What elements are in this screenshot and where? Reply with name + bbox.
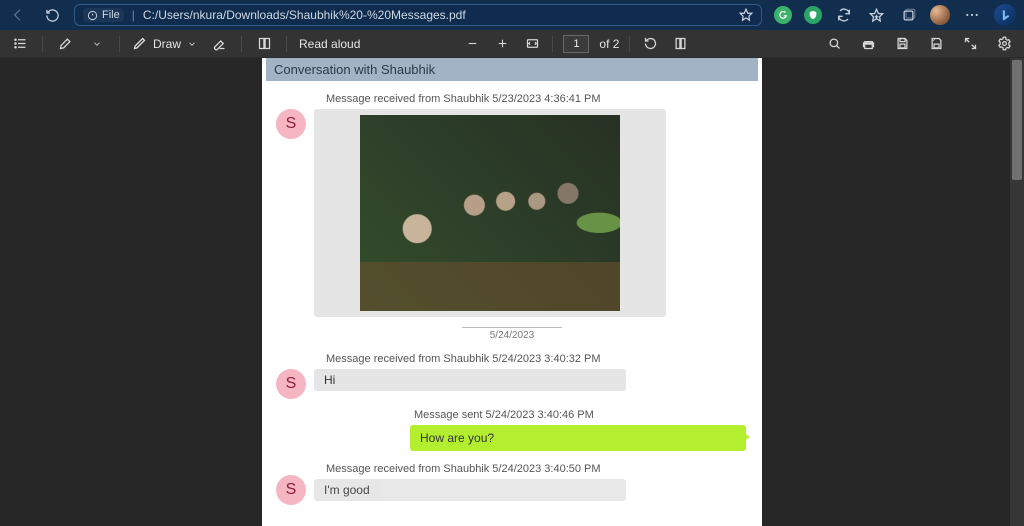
favorite-icon[interactable] bbox=[739, 8, 753, 22]
page-total-label: of 2 bbox=[599, 37, 619, 51]
browser-titlebar: File | C:/Users/nkura/Downloads/Shaubhik… bbox=[0, 0, 1024, 30]
read-aloud-button[interactable]: Read aloud bbox=[299, 37, 360, 51]
date-divider: 5/24/2023 bbox=[462, 327, 562, 341]
pdf-toolbar-right bbox=[824, 34, 1014, 54]
extension-grammarly-icon[interactable] bbox=[774, 6, 792, 24]
search-icon[interactable] bbox=[824, 34, 844, 54]
address-bar[interactable]: File | C:/Users/nkura/Downloads/Shaubhik… bbox=[74, 4, 762, 26]
message-meta: Message sent 5/24/2023 3:40:46 PM bbox=[414, 409, 746, 421]
highlighter-icon[interactable] bbox=[55, 34, 75, 54]
conversation-banner: Conversation with Shaubhik bbox=[266, 58, 758, 81]
pdf-page-controls: of 2 bbox=[462, 34, 690, 54]
message-row: S Hi bbox=[274, 369, 750, 399]
url-text: C:/Users/nkura/Downloads/Shaubhik%20-%20… bbox=[143, 8, 731, 22]
page-number-input[interactable] bbox=[563, 35, 589, 53]
message-row: S bbox=[274, 109, 750, 317]
attached-photo bbox=[360, 115, 620, 311]
message-row: S I'm good bbox=[274, 479, 750, 505]
message-bubble-text: Hi bbox=[314, 369, 626, 391]
settings-icon[interactable] bbox=[994, 34, 1014, 54]
file-scheme-pill: File bbox=[83, 8, 124, 22]
scrollbar[interactable] bbox=[1010, 58, 1024, 526]
collections-icon[interactable] bbox=[898, 5, 918, 25]
sender-avatar: S bbox=[276, 369, 306, 399]
extension-shield-icon[interactable] bbox=[804, 6, 822, 24]
contents-icon[interactable] bbox=[10, 34, 30, 54]
print-icon[interactable] bbox=[858, 34, 878, 54]
page-view-icon[interactable] bbox=[670, 34, 690, 54]
bing-chat-button[interactable] bbox=[994, 4, 1016, 26]
draw-tool[interactable]: Draw bbox=[132, 36, 197, 51]
pdf-viewer[interactable]: Conversation with Shaubhik Message recei… bbox=[0, 58, 1024, 526]
sync-icon[interactable] bbox=[834, 5, 854, 25]
draw-label: Draw bbox=[153, 37, 181, 51]
read-view-icon[interactable] bbox=[254, 34, 274, 54]
rotate-icon[interactable] bbox=[640, 34, 660, 54]
message-bubble-sent: How are you? bbox=[410, 425, 746, 451]
back-button[interactable] bbox=[8, 5, 28, 25]
nav-group bbox=[8, 5, 62, 25]
message-bubble-text: I'm good bbox=[314, 479, 626, 501]
profile-avatar[interactable] bbox=[930, 5, 950, 25]
highlighter-chevron-icon[interactable] bbox=[87, 34, 107, 54]
file-pill-label: File bbox=[102, 9, 120, 21]
pdf-page: Conversation with Shaubhik Message recei… bbox=[262, 58, 762, 526]
fit-page-icon[interactable] bbox=[522, 34, 542, 54]
fullscreen-icon[interactable] bbox=[960, 34, 980, 54]
zoom-in-icon[interactable] bbox=[492, 34, 512, 54]
titlebar-right-icons bbox=[774, 4, 1016, 26]
favorites-icon[interactable] bbox=[866, 5, 886, 25]
zoom-out-icon[interactable] bbox=[462, 34, 482, 54]
refresh-button[interactable] bbox=[42, 5, 62, 25]
erase-icon[interactable] bbox=[209, 34, 229, 54]
message-bubble-image bbox=[314, 109, 666, 317]
pdf-toolbar: Draw Read aloud of 2 bbox=[0, 30, 1024, 58]
sender-avatar: S bbox=[276, 109, 306, 139]
message-meta: Message received from Shaubhik 5/24/2023… bbox=[326, 463, 750, 475]
save-as-icon[interactable] bbox=[926, 34, 946, 54]
more-menu-icon[interactable] bbox=[962, 5, 982, 25]
sender-avatar: S bbox=[276, 475, 306, 505]
sent-message-row: Message sent 5/24/2023 3:40:46 PM How ar… bbox=[274, 399, 746, 451]
message-meta: Message received from Shaubhik 5/23/2023… bbox=[326, 93, 750, 105]
message-meta: Message received from Shaubhik 5/24/2023… bbox=[326, 353, 750, 365]
save-icon[interactable] bbox=[892, 34, 912, 54]
